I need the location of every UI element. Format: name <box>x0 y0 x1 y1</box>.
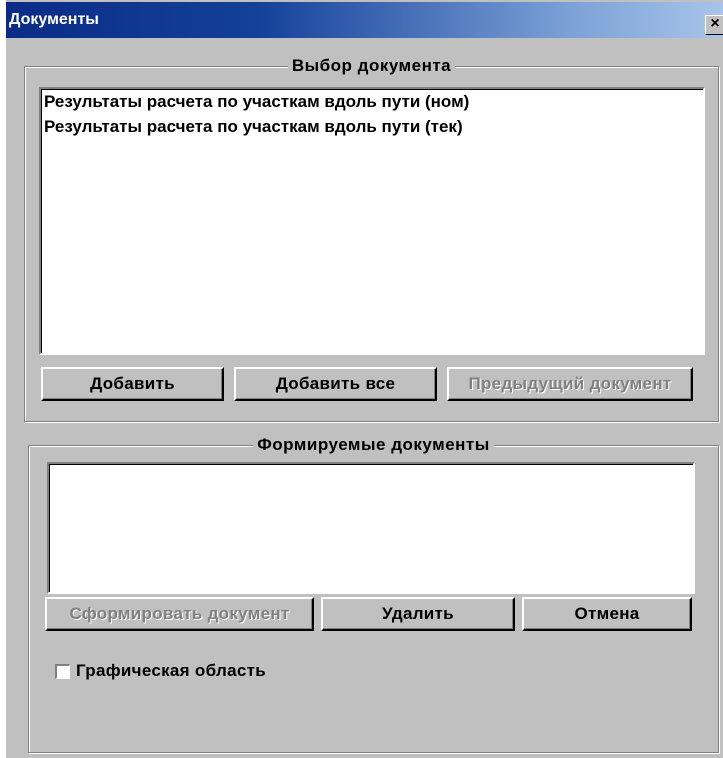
add-button[interactable]: Добавить <box>41 367 224 401</box>
formed-documents-group: Формируемые документы Сформировать докум… <box>28 435 719 753</box>
list-item[interactable]: Результаты расчета по участкам вдоль пут… <box>41 89 703 114</box>
select-document-group: Выбор документа Результаты расчета по уч… <box>24 56 719 422</box>
graphics-area-label: Графическая область <box>76 661 266 680</box>
window-title: Документы <box>9 11 99 28</box>
close-button[interactable]: × <box>705 15 723 35</box>
cancel-button[interactable]: Отмена <box>522 597 692 631</box>
formed-documents-list[interactable] <box>47 462 695 594</box>
form-document-button[interactable]: Сформировать документ <box>45 597 314 631</box>
select-document-group-label: Выбор документа <box>287 56 456 75</box>
close-icon: × <box>710 15 720 32</box>
previous-document-button[interactable]: Предыдущий документ <box>447 367 693 401</box>
documents-dialog: Документы Выбор документа Результаты рас… <box>5 0 723 758</box>
list-item[interactable]: Результаты расчета по участкам вдоль пут… <box>41 114 703 139</box>
formed-documents-group-label: Формируемые документы <box>253 435 494 454</box>
available-documents-list[interactable]: Результаты расчета по участкам вдоль пут… <box>39 87 705 355</box>
delete-button[interactable]: Удалить <box>321 597 515 631</box>
title-bar: Документы <box>6 2 723 38</box>
graphics-area-checkbox[interactable] <box>55 664 70 679</box>
add-all-button[interactable]: Добавить все <box>234 367 437 401</box>
